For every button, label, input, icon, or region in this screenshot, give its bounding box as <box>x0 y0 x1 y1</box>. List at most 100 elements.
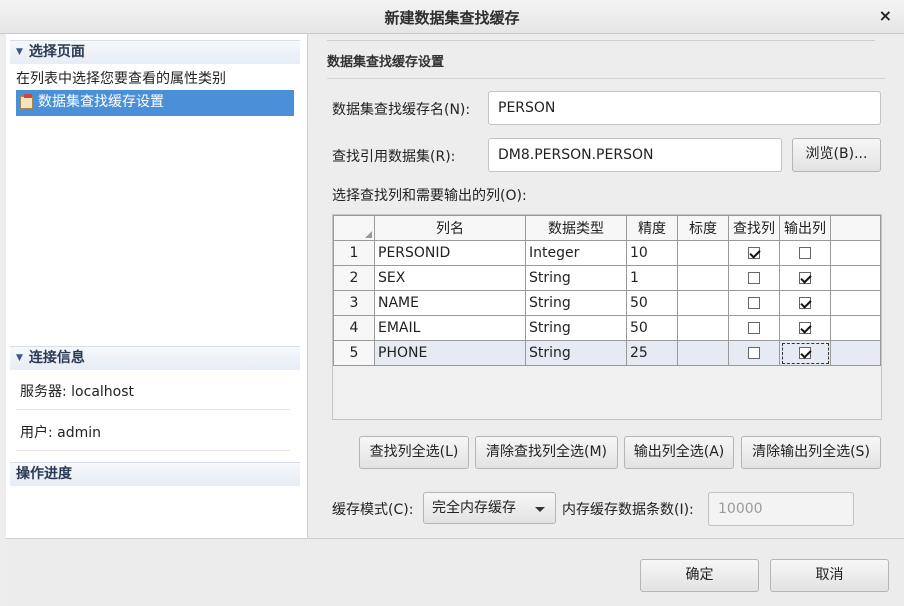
output-checkbox[interactable] <box>799 347 811 359</box>
section-title: 数据集查找缓存设置 <box>327 55 445 70</box>
nav-item-cache-settings[interactable]: 数据集查找缓存设置 <box>16 90 294 116</box>
cell-filler <box>830 290 881 316</box>
header-lookup[interactable]: 查找列 <box>728 215 780 241</box>
table-corner[interactable] <box>333 215 375 241</box>
cell-scale[interactable] <box>677 340 729 366</box>
title-bar: 新建数据集查找缓存 × <box>0 0 904 34</box>
cell-column-name[interactable]: NAME <box>374 290 526 316</box>
browse-button[interactable]: 浏览(B)... <box>792 138 881 172</box>
cell-lookup[interactable] <box>728 240 780 266</box>
output-checkbox[interactable] <box>799 247 811 259</box>
cell-lookup[interactable] <box>728 290 780 316</box>
right-panel: 数据集查找缓存设置 数据集查找缓存名(N): PERSON 查找引用数据集(R)… <box>309 34 904 538</box>
cache-name-input[interactable]: PERSON <box>488 91 881 125</box>
select-all-output-button[interactable]: 输出列全选(A) <box>624 436 734 469</box>
cell-output[interactable] <box>779 290 831 316</box>
divider <box>16 409 290 410</box>
cell-precision[interactable]: 50 <box>626 315 678 341</box>
dropdown-arrow-icon <box>535 507 545 512</box>
row-number[interactable]: 5 <box>333 340 375 366</box>
table-row-selected[interactable]: 5 PHONE String 25 <box>333 340 881 366</box>
cell-data-type[interactable]: String <box>525 340 627 366</box>
cell-scale[interactable] <box>677 315 729 341</box>
connection-info-header[interactable]: ▼ 连接信息 <box>10 346 300 370</box>
cell-output[interactable] <box>779 240 831 266</box>
progress-header[interactable]: 操作进度 <box>10 462 300 486</box>
cell-output[interactable] <box>779 315 831 341</box>
header-column-name[interactable]: 列名 <box>374 215 526 241</box>
cell-filler <box>830 340 881 366</box>
close-icon[interactable]: × <box>879 6 892 25</box>
select-all-lookup-button[interactable]: 查找列全选(L) <box>359 436 469 469</box>
cell-lookup[interactable] <box>728 315 780 341</box>
collapse-triangle-icon: ▼ <box>16 47 23 57</box>
lookup-checkbox[interactable] <box>748 347 760 359</box>
cell-scale[interactable] <box>677 265 729 291</box>
cell-lookup[interactable] <box>728 265 780 291</box>
select-page-header[interactable]: ▼ 选择页面 <box>10 40 300 64</box>
collapse-triangle-icon: ▼ <box>16 353 23 363</box>
cell-column-name[interactable]: PERSONID <box>374 240 526 266</box>
row-number[interactable]: 1 <box>333 240 375 266</box>
divider <box>16 450 290 451</box>
cell-data-type[interactable]: String <box>525 265 627 291</box>
cell-column-name[interactable]: EMAIL <box>374 315 526 341</box>
header-filler <box>830 215 881 241</box>
output-checkbox[interactable] <box>799 272 811 284</box>
cell-scale[interactable] <box>677 240 729 266</box>
ref-dataset-input[interactable]: DM8.PERSON.PERSON <box>488 138 782 172</box>
mem-count-input[interactable]: 10000 <box>708 492 854 526</box>
lookup-checkbox[interactable] <box>748 297 760 309</box>
table-row[interactable]: 1 PERSONID Integer 10 <box>333 240 881 266</box>
cell-data-type[interactable]: String <box>525 290 627 316</box>
header-data-type[interactable]: 数据类型 <box>525 215 627 241</box>
divider <box>327 78 885 79</box>
header-output[interactable]: 输出列 <box>779 215 831 241</box>
output-checkbox[interactable] <box>799 297 811 309</box>
window-title: 新建数据集查找缓存 <box>384 9 520 27</box>
header-precision[interactable]: 精度 <box>626 215 678 241</box>
cell-data-type[interactable]: Integer <box>525 240 627 266</box>
left-panel: ▼ 选择页面 在列表中选择您要查看的属性类别 数据集查找缓存设置 ▼ 连接信息 服务… <box>6 34 308 538</box>
clear-all-lookup-button[interactable]: 清除查找列全选(M) <box>475 436 618 469</box>
cell-data-type[interactable]: String <box>525 315 627 341</box>
cell-precision[interactable]: 25 <box>626 340 678 366</box>
cell-column-name[interactable]: PHONE <box>374 340 526 366</box>
table-row[interactable]: 2 SEX String 1 <box>333 265 881 291</box>
columns-grid: 列名 数据类型 精度 标度 查找列 输出列 1 PERSONID Integer… <box>332 214 882 420</box>
clear-all-output-button[interactable]: 清除输出列全选(S) <box>741 436 881 469</box>
table-row[interactable]: 3 NAME String 50 <box>333 290 881 316</box>
cell-output[interactable] <box>779 340 831 366</box>
lookup-checkbox[interactable] <box>748 322 760 334</box>
cell-column-name[interactable]: SEX <box>374 265 526 291</box>
cancel-button[interactable]: 取消 <box>770 559 889 592</box>
connection-info-header-label: 连接信息 <box>28 350 85 366</box>
progress-header-label: 操作进度 <box>16 466 72 482</box>
cell-precision[interactable]: 10 <box>626 240 678 266</box>
row-number[interactable]: 4 <box>333 315 375 341</box>
cache-mode-value: 完全内存缓存 <box>432 500 516 516</box>
settings-page-icon <box>20 94 33 109</box>
cache-mode-label: 缓存模式(C): <box>332 502 414 518</box>
cell-precision[interactable]: 50 <box>626 290 678 316</box>
output-checkbox[interactable] <box>799 322 811 334</box>
cache-mode-select[interactable]: 完全内存缓存 <box>423 492 556 524</box>
header-scale[interactable]: 标度 <box>677 215 729 241</box>
divider <box>327 40 875 41</box>
ok-button[interactable]: 确定 <box>640 559 759 592</box>
mem-count-label: 内存缓存数据条数(I): <box>562 502 694 518</box>
row-number[interactable]: 2 <box>333 265 375 291</box>
cell-scale[interactable] <box>677 290 729 316</box>
cell-precision[interactable]: 1 <box>626 265 678 291</box>
cell-output[interactable] <box>779 265 831 291</box>
lookup-checkbox[interactable] <box>748 272 760 284</box>
lookup-checkbox[interactable] <box>748 247 760 259</box>
user-info: 用户: admin <box>20 425 102 441</box>
cell-filler <box>830 265 881 291</box>
cell-lookup[interactable] <box>728 340 780 366</box>
cell-filler <box>830 315 881 341</box>
table-row[interactable]: 4 EMAIL String 50 <box>333 315 881 341</box>
cell-filler <box>830 240 881 266</box>
server-info: 服务器: localhost <box>20 384 135 400</box>
row-number[interactable]: 3 <box>333 290 375 316</box>
